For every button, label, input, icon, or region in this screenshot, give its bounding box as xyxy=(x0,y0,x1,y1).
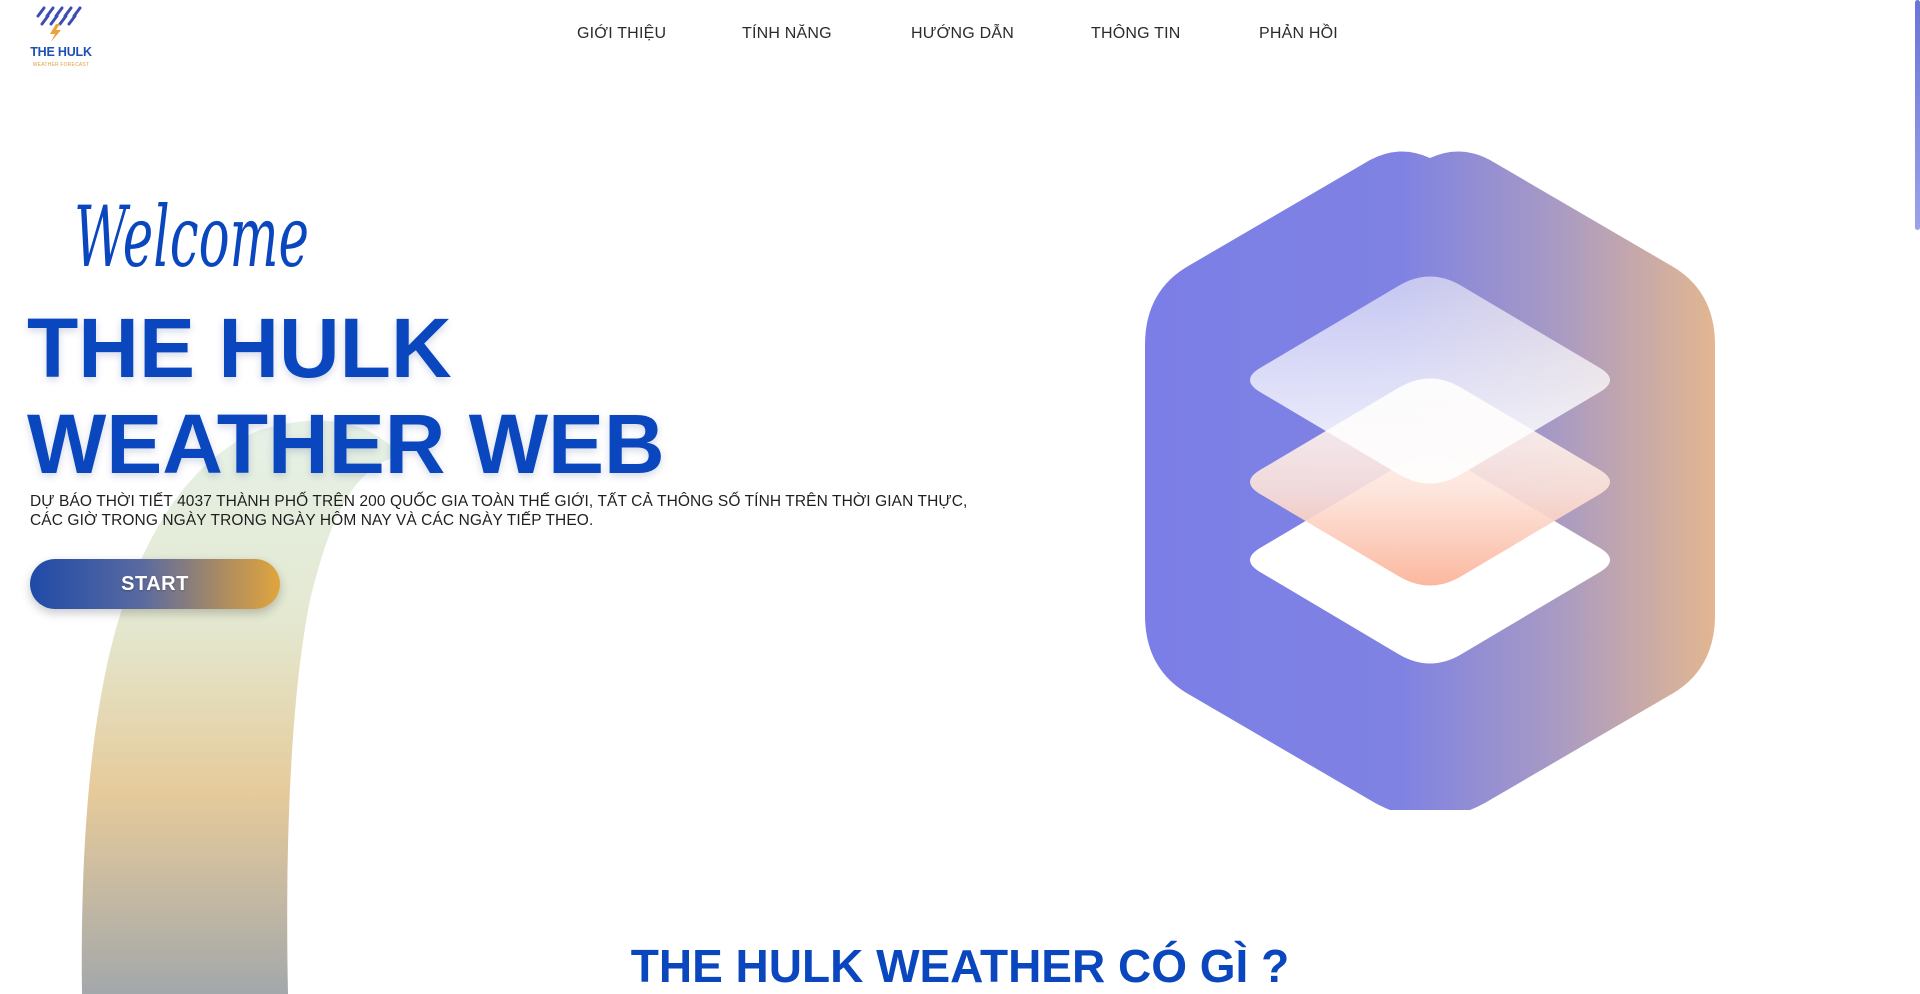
nav-item-tinh-nang[interactable]: TÍNH NĂNG xyxy=(742,25,832,43)
nav-item-phan-hoi[interactable]: PHẢN HỒI xyxy=(1259,25,1338,43)
nav-item-huong-dan[interactable]: HƯỚNG DẪN xyxy=(911,25,1014,43)
welcome-text: Welcome xyxy=(74,188,309,284)
section-title: THE HULK WEATHER CÓ GÌ ? xyxy=(630,940,1290,992)
welcome-script: Welcome xyxy=(74,188,309,284)
nav-item-thong-tin[interactable]: THÔNG TIN xyxy=(1091,25,1181,43)
logo-tagline: WEATHER FORECAST xyxy=(32,62,90,68)
main-nav: GIỚI THIỆU TÍNH NĂNG HƯỚNG DẪN THÔNG TIN… xyxy=(0,25,1920,49)
scrollbar-thumb[interactable] xyxy=(1915,0,1920,230)
hero-title-line2: WEATHER WEB xyxy=(27,397,665,491)
layers-hexagon-icon xyxy=(1145,151,1715,810)
page-scrollbar[interactable] xyxy=(1914,0,1920,994)
hero-title-line1: THE HULK xyxy=(27,301,452,395)
nav-item-gioi-thieu[interactable]: GIỚI THIỆU xyxy=(577,25,666,43)
hero-description: DỰ BÁO THỜI TIẾT 4037 THÀNH PHỐ TRÊN 200… xyxy=(30,493,968,529)
start-button[interactable]: START xyxy=(30,559,280,609)
hero-title: THE HULK WEATHER WEB xyxy=(27,300,665,492)
landing-page: THE HULK WEATHER FORECAST GIỚI THIỆU TÍN… xyxy=(0,0,1920,994)
